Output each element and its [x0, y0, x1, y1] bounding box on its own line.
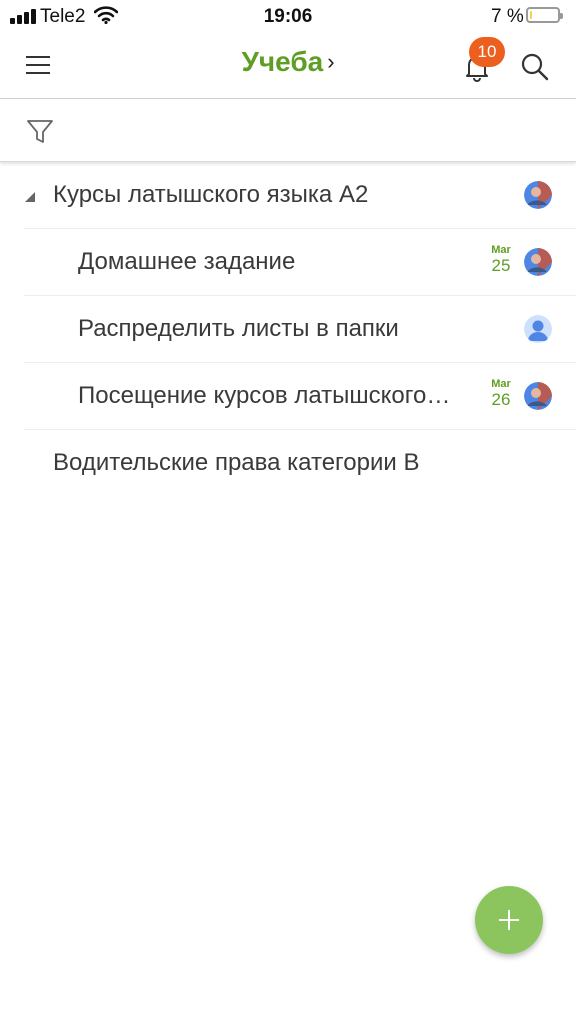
task-row[interactable]: Распределить листы в папки — [0, 296, 576, 363]
due-date-month: Mar — [491, 244, 511, 256]
page-title: Учеба — [241, 46, 324, 77]
battery-percent: 7 % — [491, 6, 524, 27]
task-title: Посещение курсов латышского… — [78, 382, 451, 409]
search-icon[interactable] — [518, 50, 552, 84]
due-date-day: 25 — [491, 256, 511, 275]
task-title: Распределить листы в папки — [78, 315, 399, 342]
app-header: Учеба › 10 — [0, 32, 576, 99]
filter-icon[interactable] — [26, 118, 54, 146]
due-date: Mar 26 — [486, 378, 516, 409]
filter-bar — [0, 99, 576, 162]
battery-level — [530, 11, 532, 19]
plus-icon — [499, 910, 519, 930]
collapse-triangle-icon[interactable] — [25, 192, 35, 202]
avatar[interactable] — [524, 248, 552, 276]
avatar[interactable] — [524, 382, 552, 410]
project-row[interactable]: Курсы латышского языка А2 — [0, 162, 576, 229]
due-date-month: Mar — [491, 378, 511, 390]
project-title: Водительские права категории B — [53, 449, 420, 476]
add-task-button[interactable] — [475, 886, 543, 954]
chevron-right-icon: › — [327, 49, 335, 74]
task-row[interactable]: Посещение курсов латышского… Mar 26 — [0, 363, 576, 430]
task-list: Курсы латышского языка А2 Домашнее задан… — [0, 162, 576, 497]
project-row[interactable]: Водительские права категории B — [0, 430, 576, 497]
task-title: Домашнее задание — [78, 248, 296, 275]
status-bar: Tele2 19:06 7 % — [0, 0, 576, 32]
clock: 19:06 — [263, 6, 313, 27]
battery-icon — [526, 7, 563, 23]
avatar[interactable] — [524, 315, 552, 343]
due-date: Mar 25 — [486, 244, 516, 275]
due-date-day: 26 — [491, 390, 511, 409]
notification-badge[interactable]: 10 — [469, 37, 505, 67]
project-title: Курсы латышского языка А2 — [53, 181, 369, 208]
task-row[interactable]: Домашнее задание Mar 25 — [0, 229, 576, 296]
avatar[interactable] — [524, 181, 552, 209]
